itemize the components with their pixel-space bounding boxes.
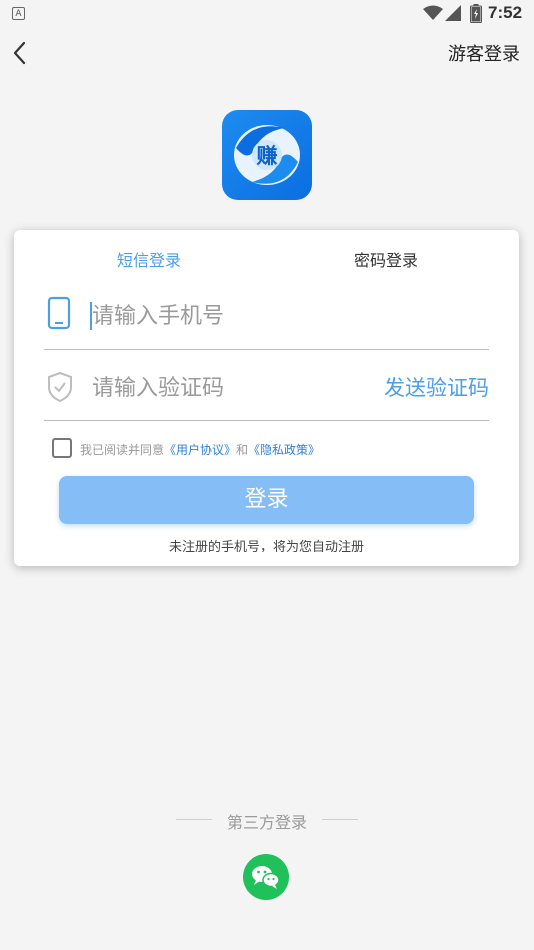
third-party-title: 第三方登录 bbox=[226, 813, 307, 832]
login-button[interactable]: 登录 bbox=[59, 476, 474, 524]
auto-register-note: 未注册的手机号，将为您自动注册 bbox=[168, 540, 364, 552]
divider-right bbox=[322, 819, 358, 820]
agreement-text: 我已阅读并同意《用户协议》和《隐私政策》 bbox=[80, 441, 320, 458]
guest-login-button[interactable]: 游客登录 bbox=[448, 40, 520, 66]
agreement-and: 和 bbox=[236, 443, 249, 457]
wechat-login-button[interactable] bbox=[243, 854, 289, 900]
agreement-checkbox[interactable] bbox=[52, 438, 72, 458]
status-bar: A 7:52 bbox=[0, 0, 534, 28]
divider bbox=[44, 349, 489, 350]
logo-swirl-icon: 赚 bbox=[234, 125, 300, 185]
divider bbox=[44, 420, 489, 421]
notification-icon: A bbox=[12, 7, 25, 20]
status-time: 7:52 bbox=[488, 3, 523, 22]
phone-icon bbox=[47, 296, 71, 330]
user-agreement-link[interactable]: 《用户协议》 bbox=[164, 443, 236, 457]
logo-text: 赚 bbox=[257, 144, 278, 168]
app-logo: 赚 bbox=[222, 110, 312, 200]
battery-icon bbox=[470, 4, 482, 23]
tab-password-login[interactable]: 密码登录 bbox=[354, 247, 418, 271]
phone-input[interactable] bbox=[90, 298, 472, 334]
tab-sms-login[interactable]: 短信登录 bbox=[117, 247, 181, 271]
verification-code-input[interactable] bbox=[90, 370, 372, 406]
chevron-left-icon[interactable] bbox=[8, 38, 32, 68]
send-code-button[interactable]: 发送验证码 bbox=[384, 372, 489, 402]
wechat-icon bbox=[252, 866, 280, 889]
wifi-icon bbox=[423, 5, 443, 20]
signal-icon bbox=[445, 5, 461, 21]
privacy-policy-link[interactable]: 《隐私政策》 bbox=[248, 443, 320, 457]
shield-check-icon bbox=[48, 371, 72, 403]
login-card: 短信登录 密码登录 发送验证码 我已阅读并同意《用户协议》和《隐私政策》 登录 … bbox=[14, 230, 519, 566]
agreement-prefix: 我已阅读并同意 bbox=[80, 443, 165, 457]
